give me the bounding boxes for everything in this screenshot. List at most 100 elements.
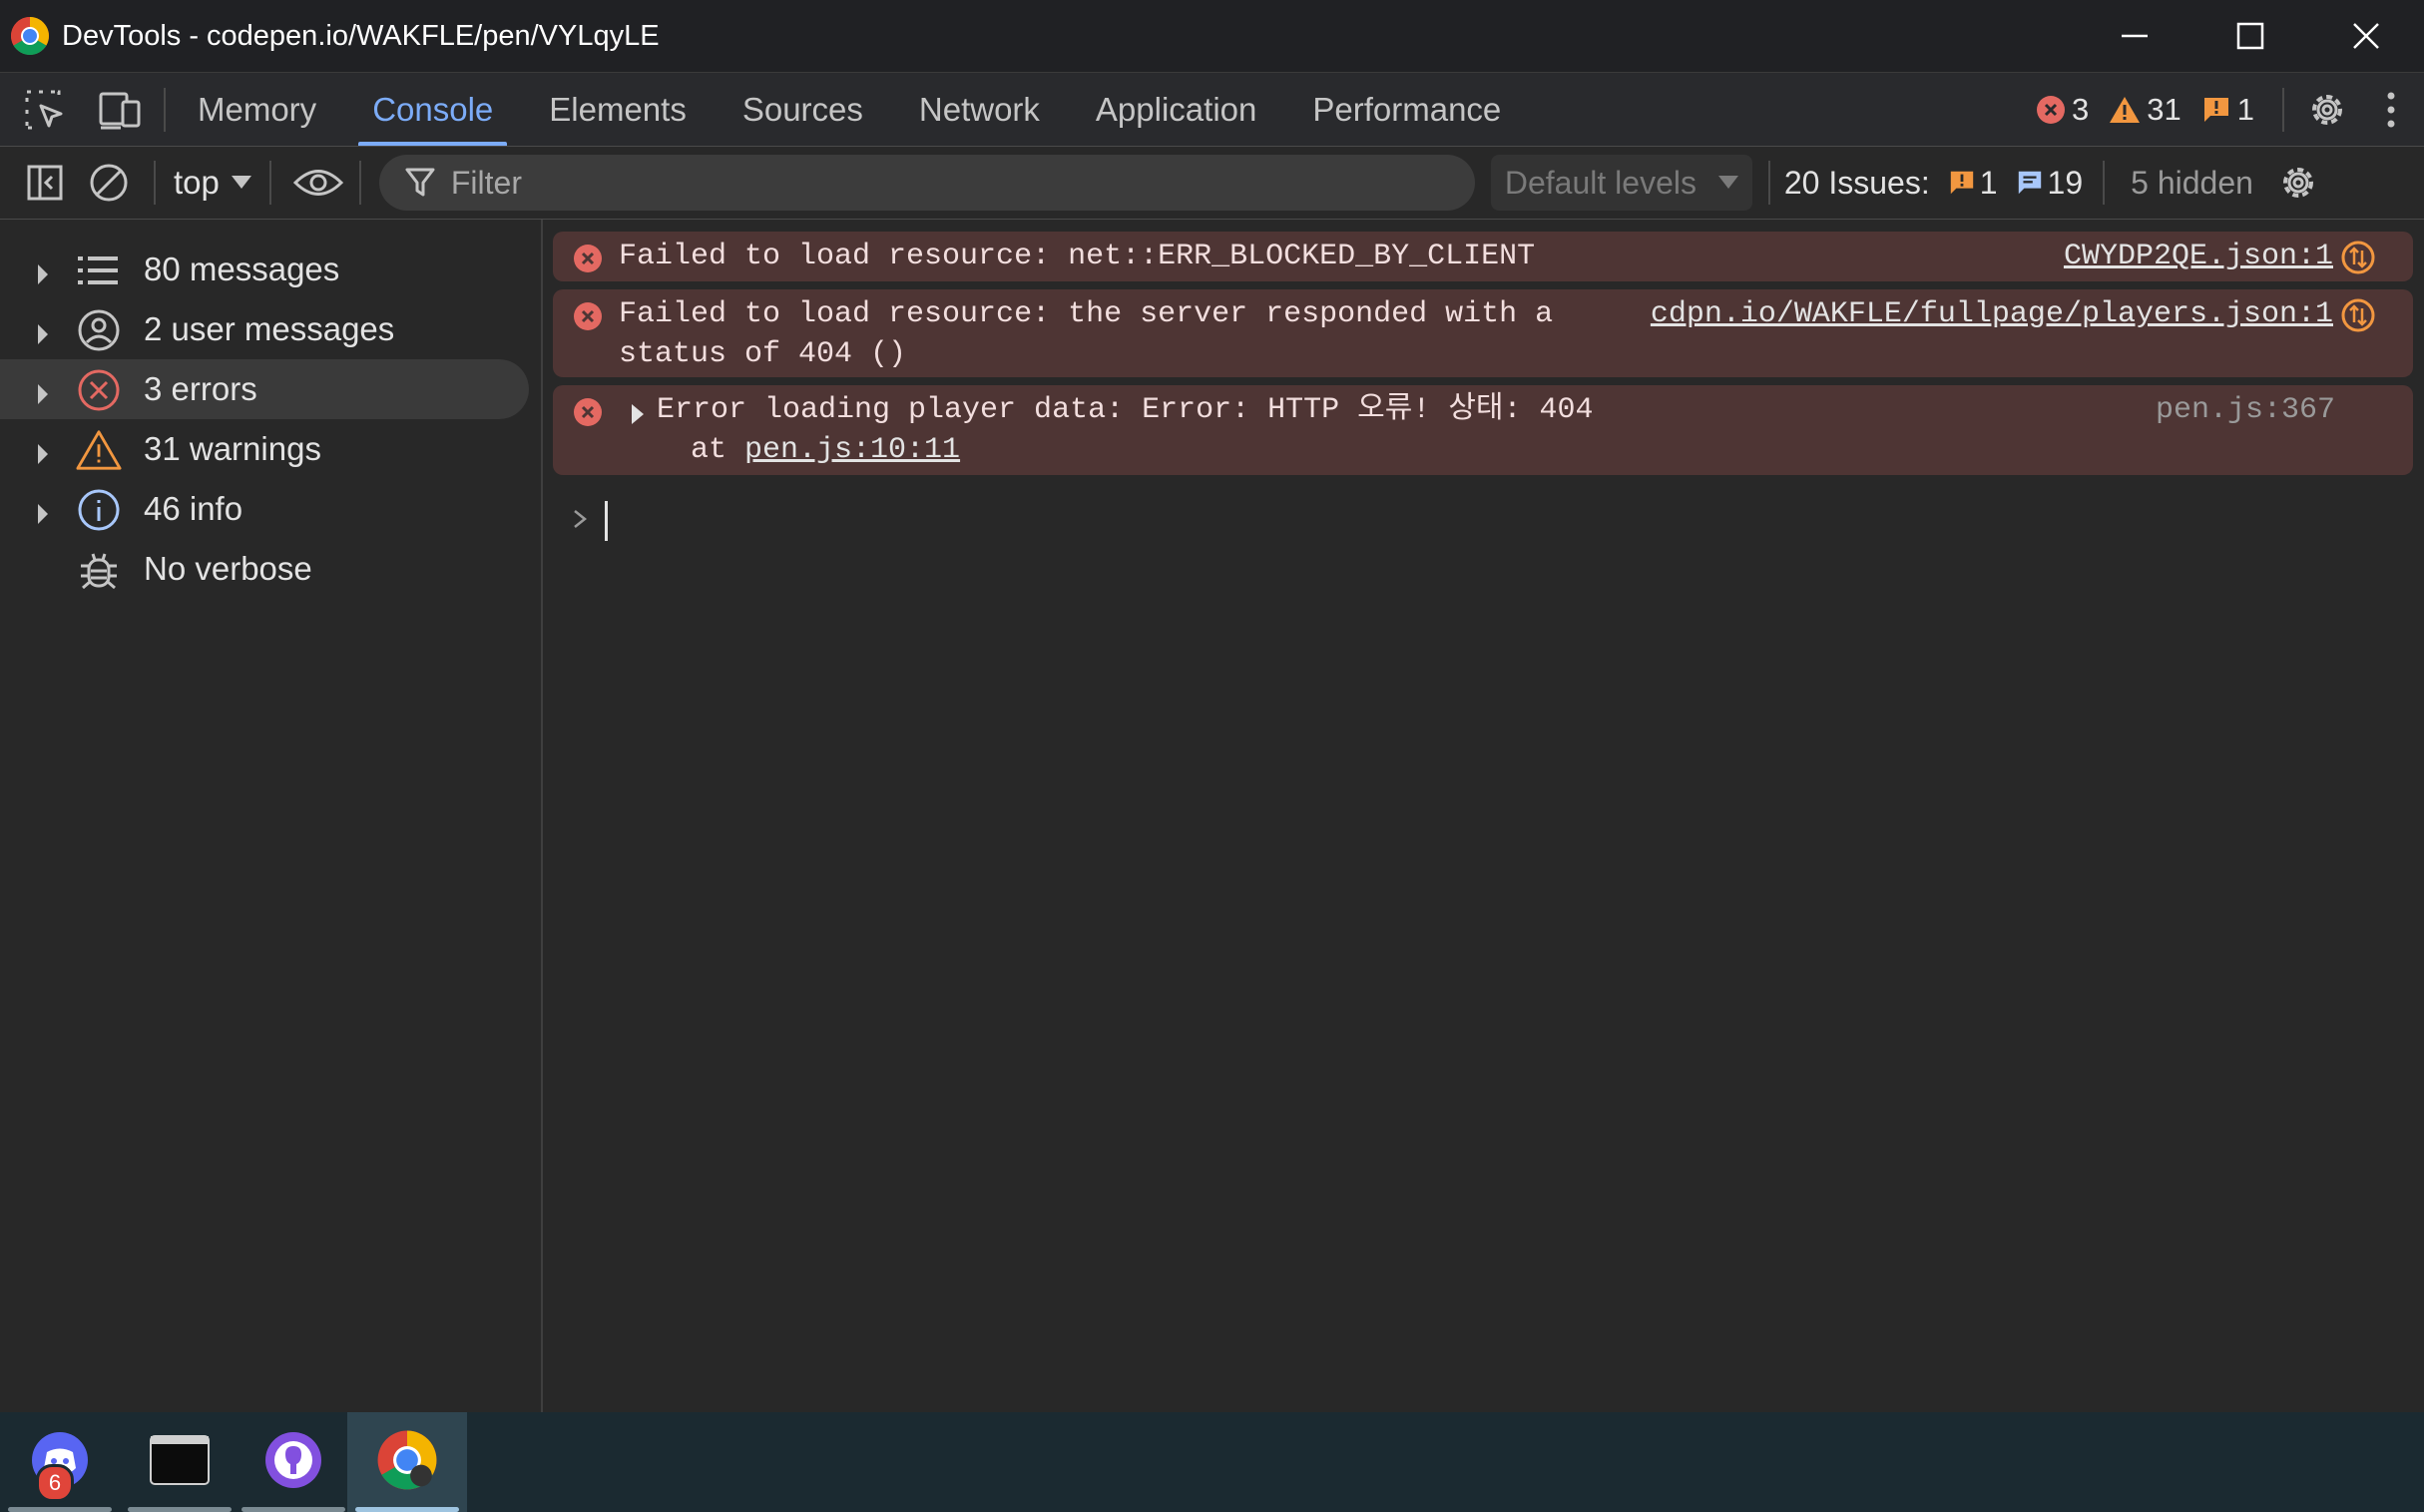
error-icon: [2036, 95, 2066, 125]
sidebar-item-warnings[interactable]: 31 warnings: [0, 419, 541, 479]
issue-warning-icon: [1948, 169, 1976, 197]
toolbar-divider: [2103, 161, 2106, 205]
issues-warning-count: 1: [1979, 164, 1998, 201]
taskbar: 6: [0, 1412, 2424, 1512]
filter-box[interactable]: [378, 155, 1475, 211]
sidebar-item-label: 2 user messages: [144, 310, 395, 347]
toolbar-divider: [358, 161, 361, 205]
issues-count-value: 1: [2236, 91, 2254, 127]
console-message-text: Failed to load resource: net::ERR_BLOCKE…: [619, 240, 1536, 273]
warning-icon: [76, 427, 122, 473]
filter-input[interactable]: [448, 163, 1431, 203]
tab-application[interactable]: Application: [1068, 73, 1284, 146]
error-count-value: 3: [2072, 91, 2090, 127]
taskbar-github-desktop[interactable]: [234, 1412, 353, 1512]
console-message-line-2: at pen.js:10:11: [691, 430, 960, 470]
tab-network[interactable]: Network: [891, 73, 1068, 146]
context-selector[interactable]: top: [156, 164, 269, 202]
expand-triangle-icon[interactable]: [36, 256, 50, 294]
console-prompt[interactable]: [573, 501, 608, 541]
sidebar-item-user-messages[interactable]: 2 user messages: [0, 299, 541, 359]
device-toolbar-icon[interactable]: [94, 83, 148, 137]
minimize-button[interactable]: [2077, 0, 2192, 72]
chevron-down-icon: [231, 176, 251, 190]
tab-sources[interactable]: Sources: [715, 73, 891, 146]
tab-memory[interactable]: Memory: [170, 73, 344, 146]
toolbar-divider: [164, 87, 166, 132]
context-label: top: [174, 164, 220, 201]
expand-triangle-icon[interactable]: [36, 316, 50, 354]
sidebar-item-verbose[interactable]: No verbose: [0, 539, 541, 599]
more-options-icon[interactable]: [2364, 83, 2418, 137]
bug-icon: [76, 547, 122, 593]
error-icon: [573, 244, 603, 283]
issues-info-count: 19: [2047, 164, 2084, 201]
log-levels-dropdown[interactable]: Default levels: [1490, 155, 1752, 211]
tab-elements[interactable]: Elements: [521, 73, 715, 146]
warning-icon: [2109, 95, 2141, 125]
github-icon: [263, 1430, 323, 1495]
toolbar-divider: [2282, 87, 2284, 132]
taskbar-chrome[interactable]: [347, 1412, 467, 1512]
console-message-line-2: status of 404 (): [619, 337, 907, 371]
expand-triangle-icon[interactable]: [631, 401, 645, 435]
issues-label: 20 Issues:: [1783, 164, 1930, 201]
sidebar-toggle-icon[interactable]: [18, 156, 72, 210]
error-icon: [573, 301, 603, 341]
console-message-line-1: Error loading player data: Error: HTTP 오…: [657, 393, 1594, 427]
source-link[interactable]: CWYDP2QE.json:1: [2064, 237, 2333, 276]
expand-triangle-icon[interactable]: [36, 376, 50, 414]
inspect-element-icon[interactable]: [18, 83, 72, 137]
notification-badge: 6: [36, 1464, 74, 1502]
stack-link[interactable]: pen.js:10:11: [744, 433, 960, 467]
console-error-row[interactable]: Error loading player data: Error: HTTP 오…: [553, 385, 2413, 475]
network-request-icon[interactable]: [2341, 298, 2375, 342]
taskbar-indicator: [128, 1507, 232, 1512]
user-icon: [76, 307, 122, 353]
network-request-icon[interactable]: [2341, 241, 2375, 284]
warning-count[interactable]: 31: [2109, 92, 2182, 128]
error-count[interactable]: 3: [2036, 92, 2089, 128]
chevron-down-icon: [1717, 176, 1738, 190]
filter-funnel-icon: [405, 167, 435, 199]
prompt-chevron-icon: [573, 507, 588, 536]
list-icon: [76, 248, 122, 293]
toolbar-divider: [1767, 161, 1770, 205]
sidebar-item-label: 31 warnings: [144, 430, 321, 467]
console-toolbar: top Default levels 20 Issues: 1 19 5 hid…: [0, 147, 2424, 220]
console-error-row[interactable]: Failed to load resource: net::ERR_BLOCKE…: [553, 232, 2413, 281]
source-link[interactable]: cdpn.io/WAKFLE/fullpage/players.json:1: [1651, 294, 2333, 334]
taskbar-indicator: [355, 1507, 459, 1512]
live-expression-eye-icon[interactable]: [291, 156, 345, 210]
issues-summary[interactable]: 20 Issues: 1 19: [1784, 165, 2083, 202]
settings-gear-icon[interactable]: [2300, 83, 2354, 137]
issues-count[interactable]: 1: [2201, 92, 2254, 128]
console-sidebar: 80 messages 2 user messages 3 errors 31 …: [0, 220, 543, 1412]
close-button[interactable]: [2308, 0, 2424, 72]
sidebar-item-messages[interactable]: 80 messages: [0, 240, 541, 299]
source-link[interactable]: pen.js:367: [2156, 390, 2335, 430]
sidebar-item-label: 3 errors: [144, 370, 257, 407]
tab-performance[interactable]: Performance: [1284, 73, 1529, 146]
sidebar-item-errors[interactable]: 3 errors: [0, 359, 529, 419]
console-settings-gear-icon[interactable]: [2271, 156, 2325, 210]
console-output: Failed to load resource: net::ERR_BLOCKE…: [543, 220, 2424, 1412]
log-levels-label: Default levels: [1504, 164, 1697, 201]
taskbar-terminal[interactable]: [120, 1412, 240, 1512]
error-icon: [76, 367, 122, 413]
console-error-row[interactable]: Failed to load resource: the server resp…: [553, 289, 2413, 377]
sidebar-item-label: No verbose: [144, 550, 312, 587]
sidebar-item-label: 46 info: [144, 490, 243, 527]
info-icon: [76, 487, 122, 533]
maximize-button[interactable]: [2192, 0, 2308, 72]
expand-triangle-icon[interactable]: [36, 496, 50, 534]
tab-console[interactable]: Console: [344, 73, 521, 146]
expand-triangle-icon[interactable]: [36, 436, 50, 474]
clear-console-icon[interactable]: [82, 156, 136, 210]
sidebar-item-info[interactable]: 46 info: [0, 479, 541, 539]
chrome-icon: [376, 1429, 438, 1496]
sidebar-item-label: 80 messages: [144, 251, 340, 287]
chrome-logo-icon: [10, 16, 50, 56]
taskbar-indicator: [242, 1507, 345, 1512]
taskbar-discord[interactable]: 6: [0, 1412, 120, 1512]
